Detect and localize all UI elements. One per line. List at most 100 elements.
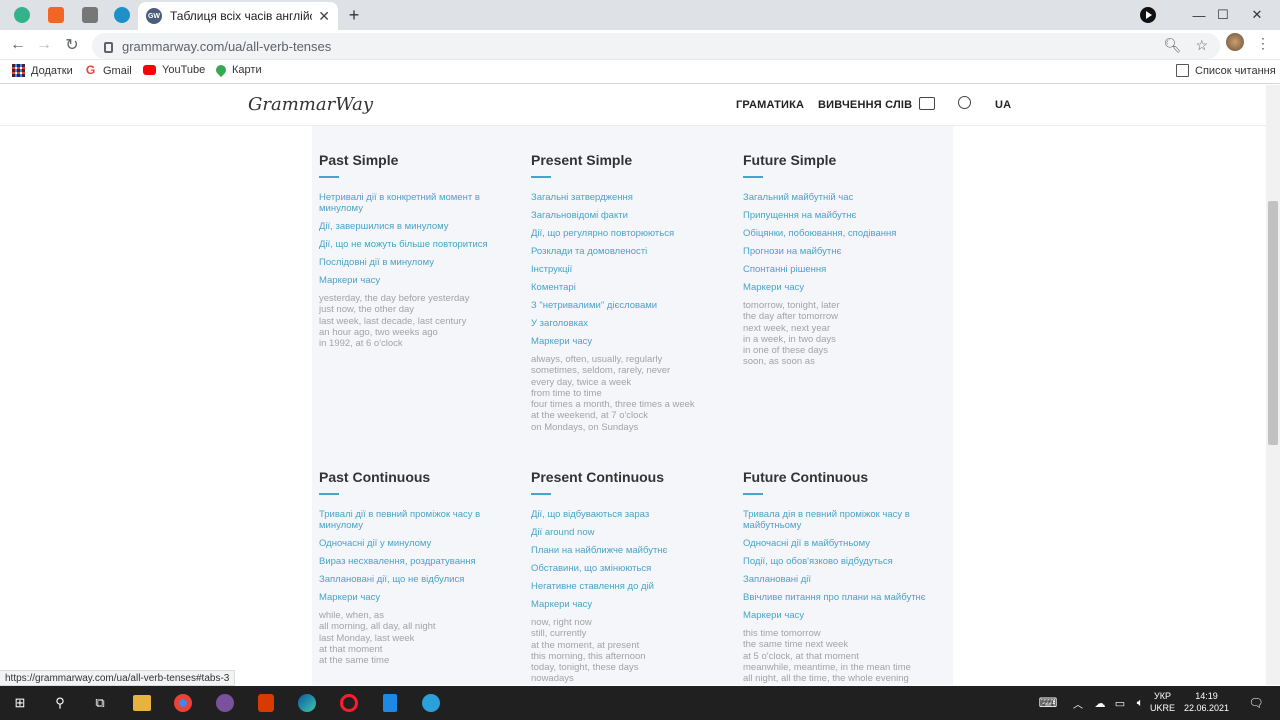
tense-usage-link[interactable]: Дії, завершилися в минулому [319, 221, 519, 232]
tense-title: Present Simple [531, 152, 633, 168]
tense-usage-link[interactable]: Загальновідомі факти [531, 210, 731, 221]
language-indicator[interactable]: УКР UKRE [1150, 690, 1175, 714]
opera-icon[interactable] [340, 694, 358, 712]
reload-icon[interactable]: ↻ [62, 35, 82, 55]
tense-usage-link[interactable]: Прогнози на майбутнє [743, 246, 943, 257]
search-taskbar-icon[interactable]: ⚲ [50, 693, 70, 713]
time-marker: this time tomorrow [743, 628, 821, 639]
profile-avatar[interactable] [1226, 33, 1244, 51]
tense-usage-link[interactable]: Події, що обов'язково відбудуться [743, 556, 943, 567]
bookmark-apps[interactable]: Додатки [12, 64, 73, 77]
tense-usage-link[interactable]: Інструкції [531, 264, 731, 275]
tense-usage-link[interactable]: Розклади та домовленості [531, 246, 731, 257]
tense-usage-link[interactable]: Дії, що відбуваються зараз [531, 509, 731, 520]
keyboard-icon[interactable]: ⌨ [1038, 693, 1058, 713]
tense-usage-link[interactable]: Коментарі [531, 282, 731, 293]
title-underline [743, 493, 763, 495]
tense-usage-link[interactable]: Ввічливе питання про плани на майбутнє [743, 592, 943, 603]
tense-usage-link[interactable]: Обіцянки, побоювання, сподівання [743, 228, 943, 239]
windows-taskbar: ⊞ ⚲ ⧉ ⌨ ︿ ☁ ▭ 🔈︎ УКР UKRE 14:19 22.06.2021… [0, 686, 1280, 720]
active-tab[interactable]: GW Таблиця всіх часів англійської м ✕ [138, 2, 338, 30]
file-explorer-icon[interactable] [133, 695, 151, 711]
title-underline [743, 176, 763, 178]
tense-usage-link[interactable]: Одночасні дії у минулому [319, 538, 519, 549]
tense-usage-link[interactable]: Маркери часу [743, 282, 943, 293]
scrollbar-thumb[interactable] [1268, 201, 1278, 445]
windows-start-icon[interactable]: ⊞ [10, 693, 30, 713]
url-text[interactable]: grammarway.com/ua/all-verb-tenses [122, 39, 331, 54]
notes-app-icon[interactable] [383, 694, 397, 712]
chat-icon[interactable] [919, 97, 935, 110]
tense-usage-link[interactable]: У заголовках [531, 318, 731, 329]
zoom-icon[interactable]: 🔍︎ [1164, 37, 1182, 54]
tense-usage-link[interactable]: Обставини, що змінюються [531, 563, 731, 574]
tense-usage-link[interactable]: Маркери часу [319, 592, 519, 603]
tense-title: Present Continuous [531, 469, 665, 485]
forward-icon[interactable]: → [34, 35, 54, 55]
tense-usage-link[interactable]: Дії around now [531, 527, 731, 538]
tense-usage-link[interactable]: Припущення на майбутнє [743, 210, 943, 221]
time-marker: today, tonight, these days [531, 662, 639, 674]
page-scrollbar[interactable] [1266, 85, 1280, 685]
pinned-tab-1[interactable] [8, 3, 36, 27]
tense-usage-link[interactable]: Дії, що не можуть більше повторитися [319, 239, 519, 250]
tense-usage-link[interactable]: Заплановані дії [743, 574, 943, 585]
time-marker: the same time next week [743, 639, 849, 651]
cloud-icon[interactable]: ☁ [1090, 693, 1110, 713]
media-control-icon[interactable] [1140, 7, 1156, 23]
volume-icon[interactable]: 🔈︎ [1130, 693, 1150, 713]
nav-grammar[interactable]: ГРАМАТИКА [736, 99, 804, 111]
tense-usage-link[interactable]: Тривалі дії в певний проміжок часу в мин… [319, 509, 519, 531]
pinned-tab-4[interactable] [108, 3, 136, 27]
tense-usage-link[interactable]: Маркери часу [531, 599, 731, 610]
browser-toolbar: ← → ↻ grammarway.com/ua/all-verb-tenses … [0, 30, 1280, 60]
reading-list-button[interactable]: Список читання [1176, 64, 1276, 77]
back-icon[interactable]: ← [8, 35, 28, 55]
lang-code: УКР [1154, 691, 1171, 701]
search-icon[interactable] [958, 96, 971, 109]
site-logo[interactable]: GrammarWay [248, 94, 373, 115]
close-window-icon[interactable]: ✕ [1234, 0, 1280, 30]
tense-usage-link[interactable]: Нетривалі дії в конкретний момент в мину… [319, 192, 519, 214]
telegram-icon[interactable] [422, 694, 440, 712]
office-icon[interactable] [258, 694, 274, 712]
time-marker: at 5 o'clock, at that moment [743, 650, 859, 662]
tense-usage-link[interactable]: Послідовні дії в минулому [319, 257, 519, 268]
bookmark-youtube[interactable]: YouTube [143, 64, 205, 76]
tense-usage-link[interactable]: Маркери часу [319, 275, 519, 286]
tense-usage-link[interactable]: Вираз несхвалення, роздратування [319, 556, 519, 567]
tense-usage-link[interactable]: Маркери часу [743, 610, 943, 621]
tense-usage-link[interactable]: Загальні затвердження [531, 192, 731, 203]
tense-usage-link[interactable]: Загальний майбутній час [743, 192, 943, 203]
tense-usage-link[interactable]: Маркери часу [531, 336, 731, 347]
tense-usage-link[interactable]: Негативне ставлення до дій [531, 581, 731, 592]
chrome-icon[interactable] [174, 694, 192, 712]
tense-usage-link[interactable]: З "нетривалими" дієсловами [531, 300, 731, 311]
task-view-icon[interactable]: ⧉ [90, 693, 110, 713]
menu-kebab-icon[interactable]: ⋮ [1256, 35, 1270, 52]
notifications-icon[interactable]: 🗨 [1246, 693, 1266, 713]
pinned-tab-2[interactable] [42, 3, 70, 27]
battery-icon[interactable]: ▭ [1110, 693, 1130, 713]
viber-icon[interactable] [216, 694, 234, 712]
new-tab-icon[interactable]: + [344, 5, 364, 25]
tense-usage-link[interactable]: Спонтанні рішення [743, 264, 943, 275]
language-switch[interactable]: UA [995, 99, 1011, 111]
time-marker: all night, all the time, the whole eveni… [743, 673, 909, 685]
tense-usage-link[interactable]: Тривала дія в певний проміжок часу в май… [743, 509, 943, 531]
edge-icon[interactable] [298, 694, 316, 712]
tense-usage-link[interactable]: Одночасні дії в майбутньому [743, 538, 943, 549]
tense-usage-link[interactable]: Дії, що регулярно повторюються [531, 228, 731, 239]
tense-usage-link[interactable]: Плани на найближче майбутнє [531, 545, 731, 556]
clock[interactable]: 14:19 22.06.2021 [1184, 690, 1229, 714]
address-bar[interactable]: grammarway.com/ua/all-verb-tenses 🔍︎ ☆ [92, 33, 1220, 59]
tray-expand-icon[interactable]: ︿ [1068, 693, 1088, 713]
close-tab-icon[interactable]: ✕ [318, 8, 330, 25]
star-bookmark-icon[interactable]: ☆ [1195, 37, 1208, 54]
bookmark-maps[interactable]: Карти [213, 62, 262, 78]
bookmark-gmail[interactable]: G Gmail [84, 64, 132, 77]
nav-vocabulary[interactable]: ВИВЧЕННЯ СЛІВ [818, 99, 912, 111]
tense-usage-link[interactable]: Заплановані дії, що не відбулися [319, 574, 519, 585]
time-marker: on Mondays, on Sundays [531, 421, 639, 433]
pinned-tab-3[interactable] [76, 3, 104, 27]
